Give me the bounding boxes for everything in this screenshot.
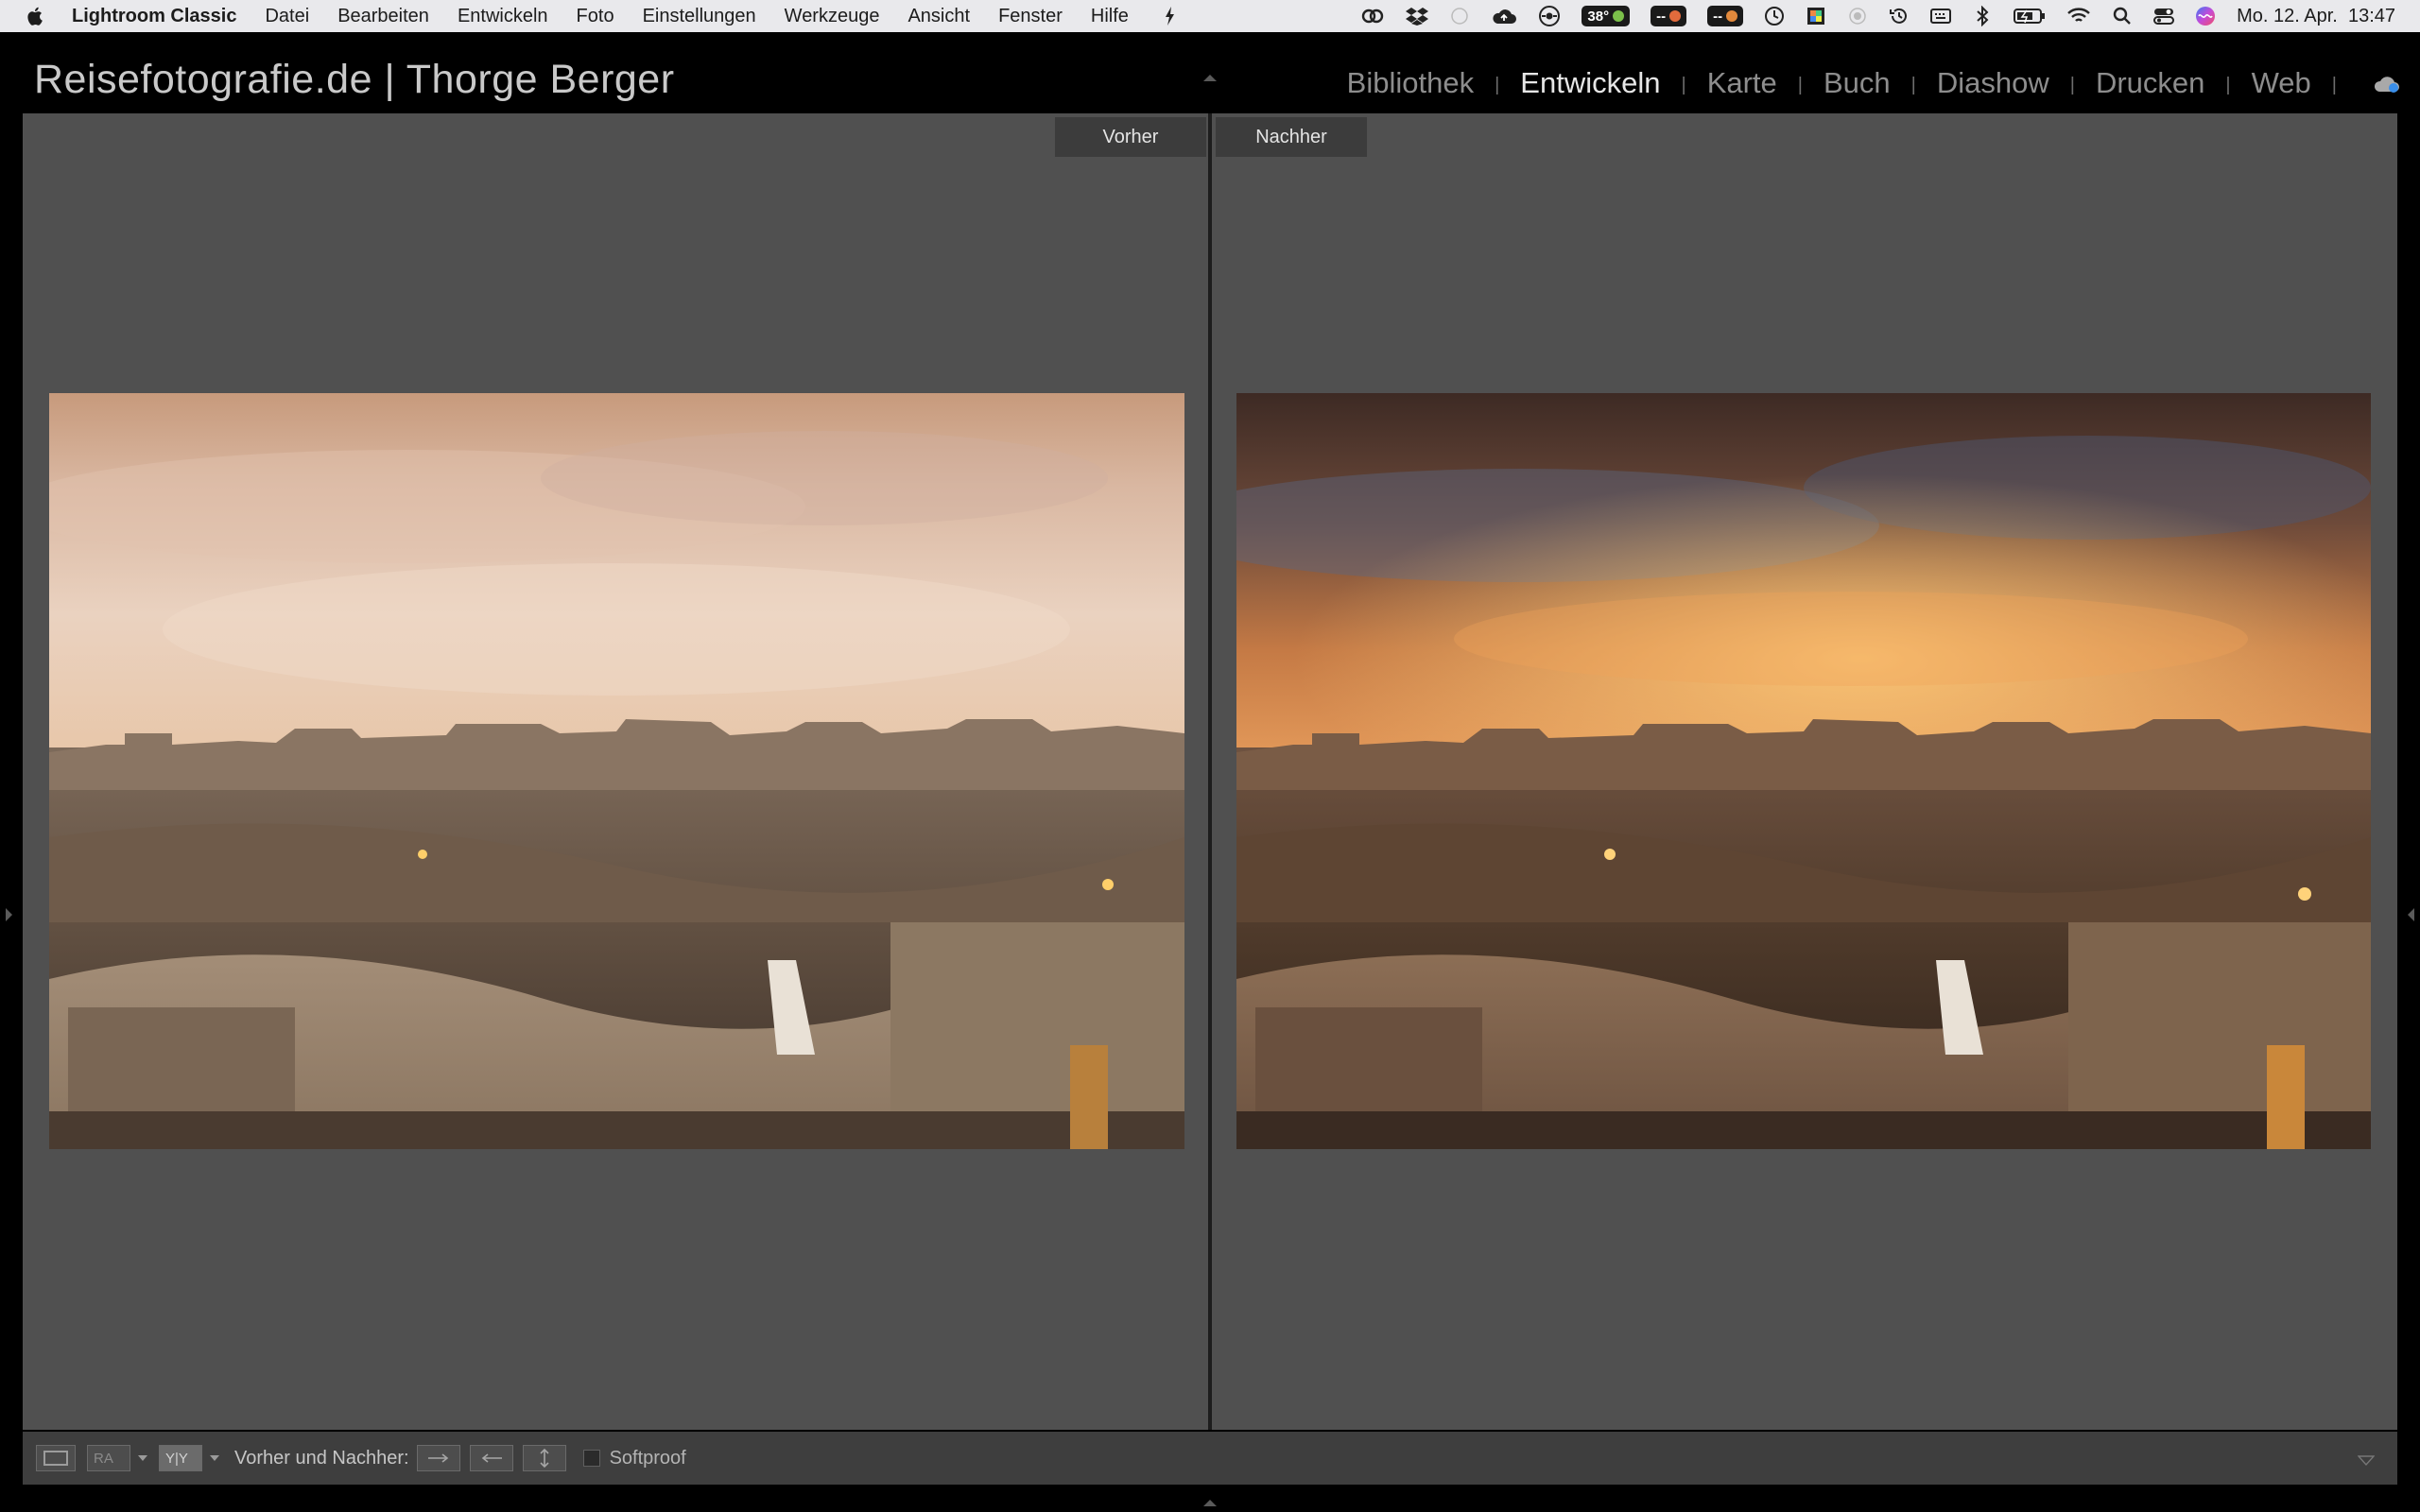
module-karte[interactable]: Karte bbox=[1703, 66, 1781, 100]
left-panel-toggle-icon[interactable] bbox=[4, 907, 13, 927]
search-icon[interactable] bbox=[2112, 6, 2133, 26]
siri-icon[interactable] bbox=[2195, 6, 2216, 26]
before-after-view: Vorher Nachher bbox=[6, 113, 2414, 1430]
after-label: Nachher bbox=[1216, 117, 1367, 157]
copy-after-to-before-button[interactable] bbox=[469, 1445, 513, 1471]
svg-text:RA: RA bbox=[94, 1451, 113, 1467]
monitor-widget-b[interactable]: -- bbox=[1707, 6, 1744, 26]
before-label: Vorher bbox=[1055, 117, 1206, 157]
before-after-label: Vorher und Nachher: bbox=[234, 1447, 409, 1469]
menu-datei[interactable]: Datei bbox=[265, 6, 309, 27]
battery-icon[interactable] bbox=[2014, 6, 2046, 26]
reference-view-dropdown-icon[interactable] bbox=[138, 1455, 147, 1461]
swap-before-after-button[interactable] bbox=[522, 1445, 566, 1471]
menubar-clock[interactable]: Mo. 12. Apr. 13:47 bbox=[2237, 6, 2395, 27]
bluetooth-icon[interactable] bbox=[1972, 6, 1993, 26]
clock-icon[interactable] bbox=[1764, 6, 1785, 26]
before-after-view-button[interactable]: Y|Y bbox=[159, 1445, 202, 1471]
menu-entwickeln[interactable]: Entwickeln bbox=[458, 6, 548, 27]
module-bibliothek[interactable]: Bibliothek bbox=[1343, 66, 1478, 100]
before-after-dropdown-icon[interactable] bbox=[210, 1455, 219, 1461]
softproof-label: Softproof bbox=[609, 1447, 686, 1469]
monitor-a-value: -- bbox=[1656, 8, 1667, 25]
record-icon[interactable] bbox=[1847, 6, 1868, 26]
filmstrip-toggle-icon[interactable] bbox=[1202, 1495, 1218, 1512]
monitor-widget-a[interactable]: -- bbox=[1651, 6, 1687, 26]
menu-bearbeiten[interactable]: Bearbeiten bbox=[337, 6, 429, 27]
monitor-b-value: -- bbox=[1713, 8, 1723, 25]
menu-einstellungen[interactable]: Einstellungen bbox=[643, 6, 756, 27]
module-separator: | bbox=[2225, 74, 2231, 95]
module-web[interactable]: Web bbox=[2248, 66, 2315, 100]
script-icon[interactable] bbox=[1159, 6, 1180, 26]
control-center-icon[interactable] bbox=[2153, 6, 2175, 26]
dropbox-icon[interactable] bbox=[1406, 6, 1429, 26]
module-separator: | bbox=[2069, 74, 2075, 95]
module-buch[interactable]: Buch bbox=[1820, 66, 1894, 100]
app-menu[interactable]: Lightroom Classic bbox=[72, 6, 236, 27]
svg-text:Y|Y: Y|Y bbox=[165, 1451, 188, 1467]
menu-foto[interactable]: Foto bbox=[577, 6, 614, 27]
disabled-icon[interactable] bbox=[1449, 6, 1470, 26]
module-picker: Bibliothek | Entwickeln | Karte | Buch |… bbox=[1343, 66, 2354, 100]
keyboard-icon[interactable] bbox=[1930, 6, 1952, 26]
toolbar-options-dropdown-icon[interactable] bbox=[2357, 1451, 2376, 1472]
softproof-checkbox[interactable] bbox=[582, 1450, 600, 1467]
eye-tool-icon[interactable] bbox=[1538, 6, 1561, 26]
reference-view-button[interactable]: RA bbox=[87, 1445, 130, 1471]
loupe-view-button[interactable] bbox=[36, 1445, 76, 1471]
compare-divider bbox=[1208, 113, 1212, 1430]
copy-before-to-after-button[interactable] bbox=[416, 1445, 460, 1471]
module-drucken[interactable]: Drucken bbox=[2092, 66, 2208, 100]
creative-cloud-icon[interactable] bbox=[1360, 6, 1385, 26]
menu-hilfe[interactable]: Hilfe bbox=[1091, 6, 1129, 27]
module-separator: | bbox=[1495, 74, 1500, 95]
status-dot-icon bbox=[1726, 10, 1738, 22]
module-separator: | bbox=[1910, 74, 1916, 95]
develop-toolbar: RA Y|Y Vorher und Nachher: Softproof bbox=[23, 1432, 2397, 1485]
identity-plate: Reisefotografie.de | Thorge Berger bbox=[34, 57, 675, 102]
wifi-icon[interactable] bbox=[2066, 6, 2091, 26]
macos-menubar: Lightroom Classic Datei Bearbeiten Entwi… bbox=[0, 0, 2420, 32]
menu-werkzeuge[interactable]: Werkzeuge bbox=[785, 6, 880, 27]
right-panel-toggle-icon[interactable] bbox=[2407, 907, 2416, 927]
module-separator: | bbox=[2331, 74, 2337, 95]
module-header: Reisefotografie.de | Thorge Berger Bibli… bbox=[0, 32, 2420, 112]
top-panel-toggle-icon[interactable] bbox=[1202, 70, 1218, 87]
before-photo[interactable] bbox=[49, 393, 1184, 1149]
module-diashow[interactable]: Diashow bbox=[1933, 66, 2053, 100]
temperature-value: 38° bbox=[1587, 8, 1610, 25]
apple-menu-icon[interactable] bbox=[26, 5, 59, 27]
module-separator: | bbox=[1681, 74, 1686, 95]
color-picker-icon[interactable] bbox=[1806, 6, 1826, 26]
module-entwickeln[interactable]: Entwickeln bbox=[1516, 66, 1664, 100]
after-photo[interactable] bbox=[1236, 393, 2371, 1149]
status-dot-icon bbox=[1613, 10, 1625, 22]
time-machine-icon[interactable] bbox=[1889, 6, 1910, 26]
temperature-widget[interactable]: 38° bbox=[1582, 6, 1631, 26]
menu-fenster[interactable]: Fenster bbox=[998, 6, 1063, 27]
menu-ansicht[interactable]: Ansicht bbox=[908, 6, 970, 27]
module-separator: | bbox=[1797, 74, 1803, 95]
cloud-sync-icon[interactable] bbox=[2373, 74, 2401, 99]
cloud-upload-icon[interactable] bbox=[1491, 6, 1517, 26]
status-dot-icon bbox=[1669, 10, 1682, 22]
